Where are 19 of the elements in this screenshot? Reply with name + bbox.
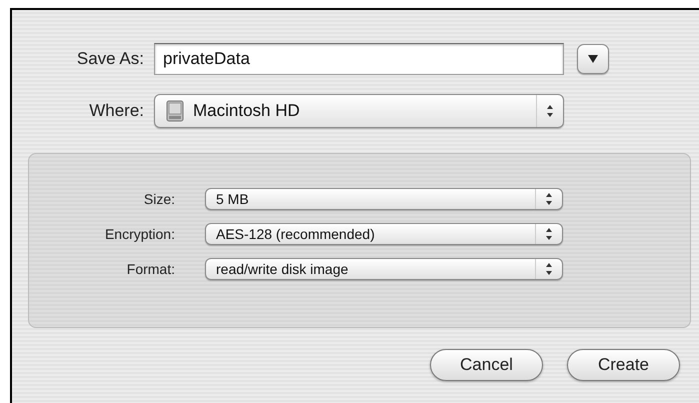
stepper-arrows-icon xyxy=(545,227,553,241)
field-label: Encryption: xyxy=(104,226,175,242)
field-label: Format: xyxy=(126,261,175,277)
popup-menu[interactable]: Macintosh HD xyxy=(154,94,564,128)
field-label: Save As: xyxy=(76,49,144,69)
push-button[interactable]: Cancel xyxy=(430,349,543,381)
hard-drive-icon xyxy=(165,100,185,122)
disclosure-button[interactable] xyxy=(577,44,609,74)
stepper-arrows-icon xyxy=(546,104,554,118)
field-label: Where: xyxy=(88,101,144,121)
triangle-down-icon xyxy=(588,55,598,63)
stepper-arrows-icon xyxy=(545,192,553,206)
field-label: Size: xyxy=(142,191,175,207)
stepper-arrows-icon xyxy=(545,262,553,276)
popup-menu[interactable]: AES-128 (recommended) xyxy=(205,223,563,245)
popup-menu[interactable]: 5 MB xyxy=(205,188,563,210)
input-field[interactable]: privateData xyxy=(154,43,564,75)
popup-menu[interactable]: read/write disk image xyxy=(205,258,563,280)
push-button[interactable]: Create xyxy=(567,349,680,381)
